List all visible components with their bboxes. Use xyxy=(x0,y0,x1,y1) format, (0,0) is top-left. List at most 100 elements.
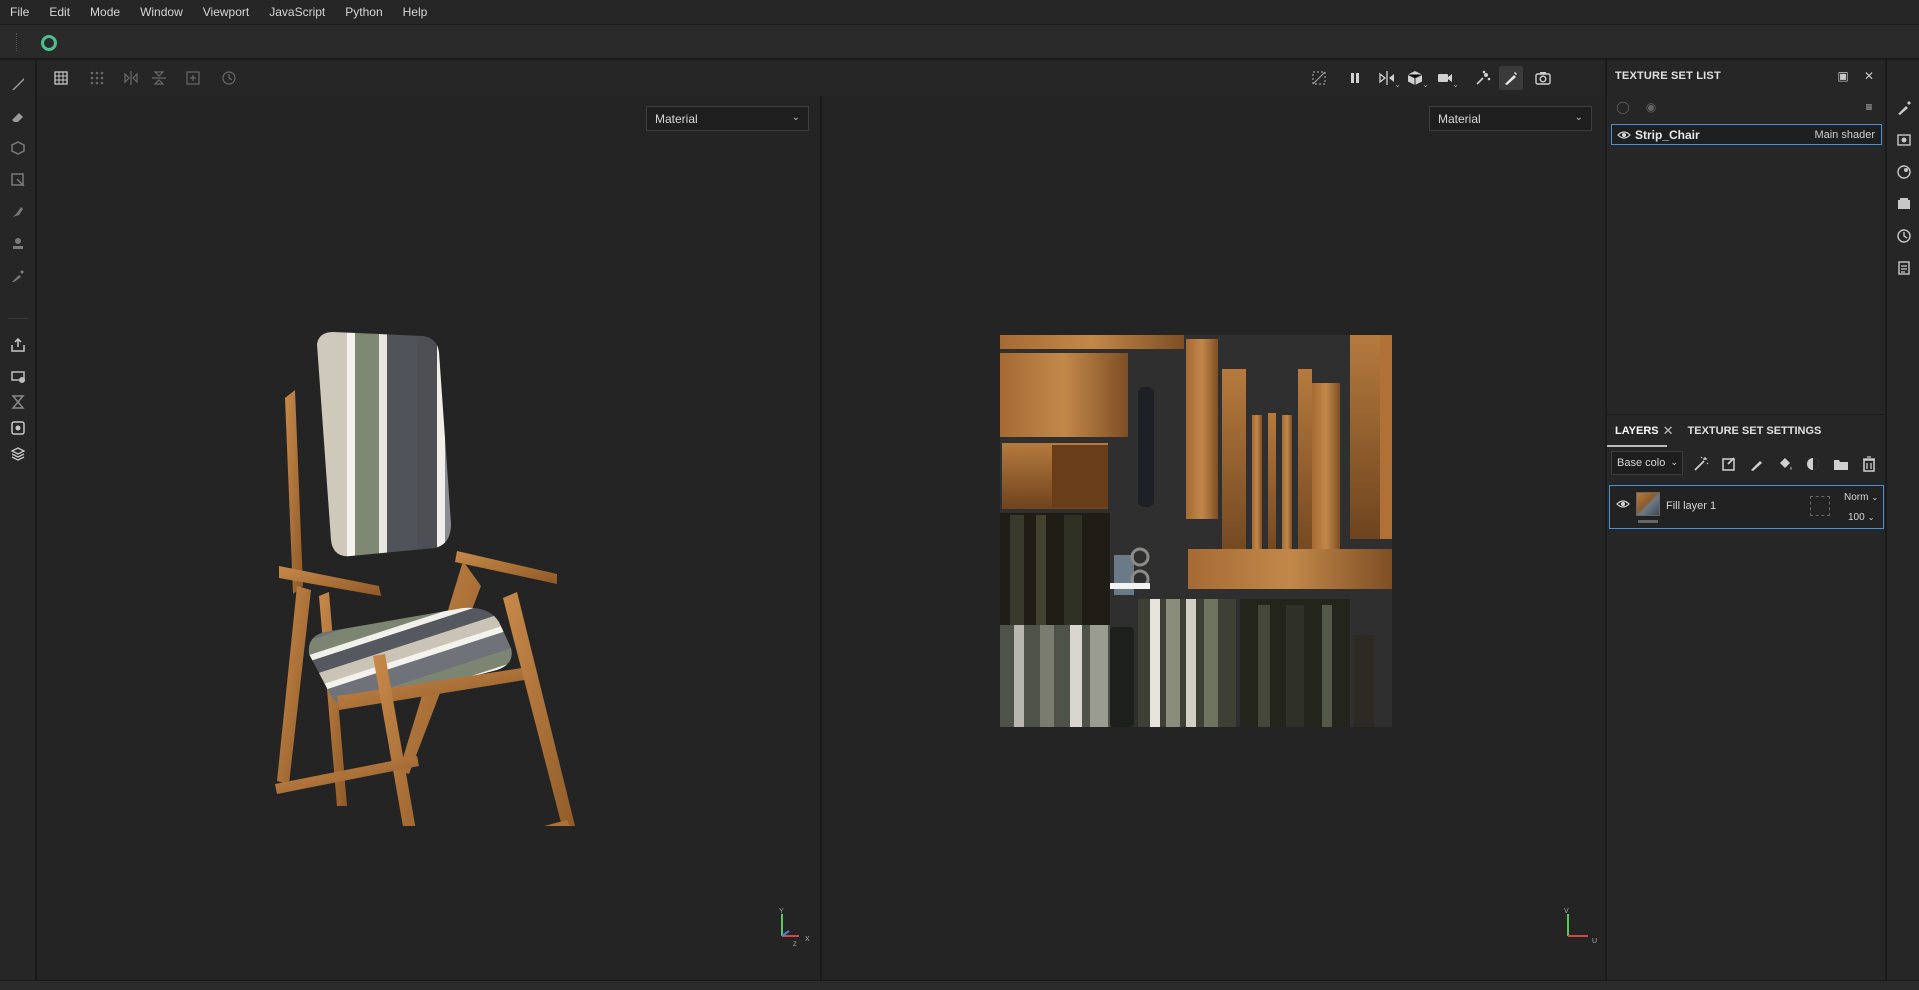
toolbar-grip[interactable] xyxy=(16,33,18,51)
polygon-fill-icon[interactable] xyxy=(6,168,30,192)
viewport-3d[interactable]: Material ⌄ Y X Z xyxy=(37,96,820,980)
menu-window[interactable]: Window xyxy=(130,0,193,24)
tab-texture-set-settings[interactable]: TEXTURE SET SETTINGS xyxy=(1680,415,1830,447)
close-icon[interactable]: ✕ xyxy=(1663,423,1674,439)
texture-set-list-header: TEXTURE SET LIST ▣ ✕ xyxy=(1607,60,1886,92)
viewport-3d-mode-select[interactable]: Material ⌄ xyxy=(646,106,809,131)
chevron-down-icon: ⌄ xyxy=(1871,493,1879,502)
clone-stamp-icon[interactable] xyxy=(6,232,30,256)
axis-label-u: U xyxy=(1592,938,1598,945)
viewport-3d-mode-value: Material xyxy=(655,112,698,126)
log-icon[interactable] xyxy=(1894,258,1914,278)
menubar: File Edit Mode Window Viewport JavaScrip… xyxy=(0,0,1919,24)
pause-icon[interactable] xyxy=(1343,66,1367,90)
paint-brush-icon[interactable] xyxy=(6,72,30,96)
chevron-down-icon: ⌄ xyxy=(1574,112,1583,123)
texture-set-list-toolbar: ◯ ◉ ≡ xyxy=(1607,92,1886,122)
menu-edit[interactable]: Edit xyxy=(39,0,80,24)
layers-toolbar: Base colo ⌄ xyxy=(1607,446,1886,482)
add-frame-icon[interactable] xyxy=(181,66,205,90)
layer-blend-mode[interactable]: Norm ⌄ xyxy=(1844,492,1878,503)
list-settings-icon[interactable]: ≡ xyxy=(1861,99,1877,115)
dots-grid-icon[interactable] xyxy=(85,66,109,90)
add-effect-icon[interactable] xyxy=(1719,454,1739,474)
texture-set-list-title: TEXTURE SET LIST xyxy=(1615,70,1721,82)
viewport-2d[interactable]: Material ⌄ V U xyxy=(822,96,1605,980)
menu-viewport[interactable]: Viewport xyxy=(193,0,259,24)
screenshot-camera-icon[interactable] xyxy=(1531,66,1555,90)
projection-icon[interactable] xyxy=(6,136,30,160)
texture-set-name: Strip_Chair xyxy=(1635,127,1700,142)
geometry-mask-icon[interactable] xyxy=(6,390,30,414)
chevron-down-icon: ⌄ xyxy=(1670,457,1678,467)
app-logo-icon[interactable] xyxy=(41,35,57,51)
mirror-vertical-icon[interactable] xyxy=(147,66,171,90)
close-icon[interactable]: ✕ xyxy=(1861,68,1877,84)
shelf-icon[interactable] xyxy=(1894,194,1914,214)
layer-name[interactable]: Fill layer 1 xyxy=(1666,500,1716,512)
layer-mask-slot[interactable] xyxy=(1810,496,1830,516)
layer-thumbnail[interactable] xyxy=(1636,492,1660,516)
display-settings-icon[interactable] xyxy=(6,442,30,466)
symmetry-icon[interactable]: ⌄ xyxy=(1375,66,1401,90)
eye-icon[interactable] xyxy=(1616,499,1630,509)
cube-icon[interactable]: ⌄ xyxy=(1403,66,1429,90)
add-paint-layer-icon[interactable] xyxy=(1747,454,1767,474)
hide-selection-icon[interactable] xyxy=(1307,66,1331,90)
axis-label-y: Y xyxy=(779,908,784,915)
particles-icon[interactable] xyxy=(1471,66,1495,90)
texture-set-shader[interactable]: Main shader xyxy=(1814,129,1875,141)
hide-all-icon[interactable]: ◯ xyxy=(1615,99,1631,115)
channel-select-value: Base colo xyxy=(1617,457,1666,469)
history-icon[interactable] xyxy=(1894,226,1914,246)
axis-label-v: V xyxy=(1564,908,1569,915)
tab-layers[interactable]: LAYERS xyxy=(1607,415,1667,447)
chevron-down-icon: ⌄ xyxy=(1422,80,1429,89)
environment-icon[interactable] xyxy=(1894,162,1914,182)
layer-blend-value: Norm xyxy=(1844,492,1869,503)
viewport-2d-mode-value: Material xyxy=(1438,112,1481,126)
menu-python[interactable]: Python xyxy=(335,0,392,24)
viewport-toolbar: ⌄ ⌄ ⌄ xyxy=(37,60,1605,96)
mirror-horizontal-icon[interactable] xyxy=(119,66,143,90)
export-icon[interactable] xyxy=(6,333,30,357)
layer-thumbnail-bar xyxy=(1638,520,1658,523)
right-panel: TEXTURE SET LIST ▣ ✕ ◯ ◉ ≡ Strip_Chair M… xyxy=(1606,60,1886,980)
eye-icon[interactable]: ◉ xyxy=(1643,99,1659,115)
chevron-down-icon: ⌄ xyxy=(791,112,800,123)
texture-set-row[interactable]: Strip_Chair Main shader xyxy=(1611,124,1882,145)
menu-javascript[interactable]: JavaScript xyxy=(259,0,335,24)
menu-file[interactable]: File xyxy=(0,0,39,24)
camera-settings-icon[interactable] xyxy=(1894,130,1914,150)
status-bar xyxy=(0,980,1919,990)
reset-view-icon[interactable] xyxy=(217,66,241,90)
viewport-2d-mode-select[interactable]: Material ⌄ xyxy=(1429,106,1592,131)
video-camera-icon[interactable]: ⌄ xyxy=(1433,66,1459,90)
chevron-down-icon: ⌄ xyxy=(1867,513,1875,522)
chevron-down-icon: ⌄ xyxy=(1394,80,1401,89)
layer-row[interactable]: Fill layer 1 Norm ⌄ 100 ⌄ xyxy=(1609,485,1884,529)
project-bar xyxy=(0,24,1919,59)
far-right-toolbar xyxy=(1886,60,1919,980)
add-mask-icon[interactable] xyxy=(1803,454,1823,474)
smudge-icon[interactable] xyxy=(6,200,30,224)
menu-help[interactable]: Help xyxy=(393,0,438,24)
uv-grid-icon[interactable] xyxy=(49,66,73,90)
texture-set-icon[interactable] xyxy=(6,416,30,440)
pen-icon[interactable] xyxy=(1894,98,1914,118)
bake-icon[interactable] xyxy=(6,364,30,388)
magic-wand-icon[interactable] xyxy=(1691,454,1711,474)
add-folder-icon[interactable] xyxy=(1831,454,1851,474)
undock-icon[interactable]: ▣ xyxy=(1835,68,1851,84)
color-picker-icon[interactable] xyxy=(6,264,30,288)
menu-mode[interactable]: Mode xyxy=(80,0,130,24)
delete-icon[interactable] xyxy=(1859,454,1879,474)
add-fill-layer-icon[interactable] xyxy=(1775,454,1795,474)
eraser-icon[interactable] xyxy=(6,105,30,129)
layers-tab-bar: LAYERS ✕ TEXTURE SET SETTINGS xyxy=(1607,414,1886,447)
paint-mode-icon[interactable] xyxy=(1499,66,1523,90)
layer-opacity[interactable]: 100 ⌄ xyxy=(1848,512,1874,523)
eye-icon[interactable] xyxy=(1617,130,1631,140)
channel-select[interactable]: Base colo ⌄ xyxy=(1611,451,1683,475)
axis-label-z: Z xyxy=(793,942,797,948)
